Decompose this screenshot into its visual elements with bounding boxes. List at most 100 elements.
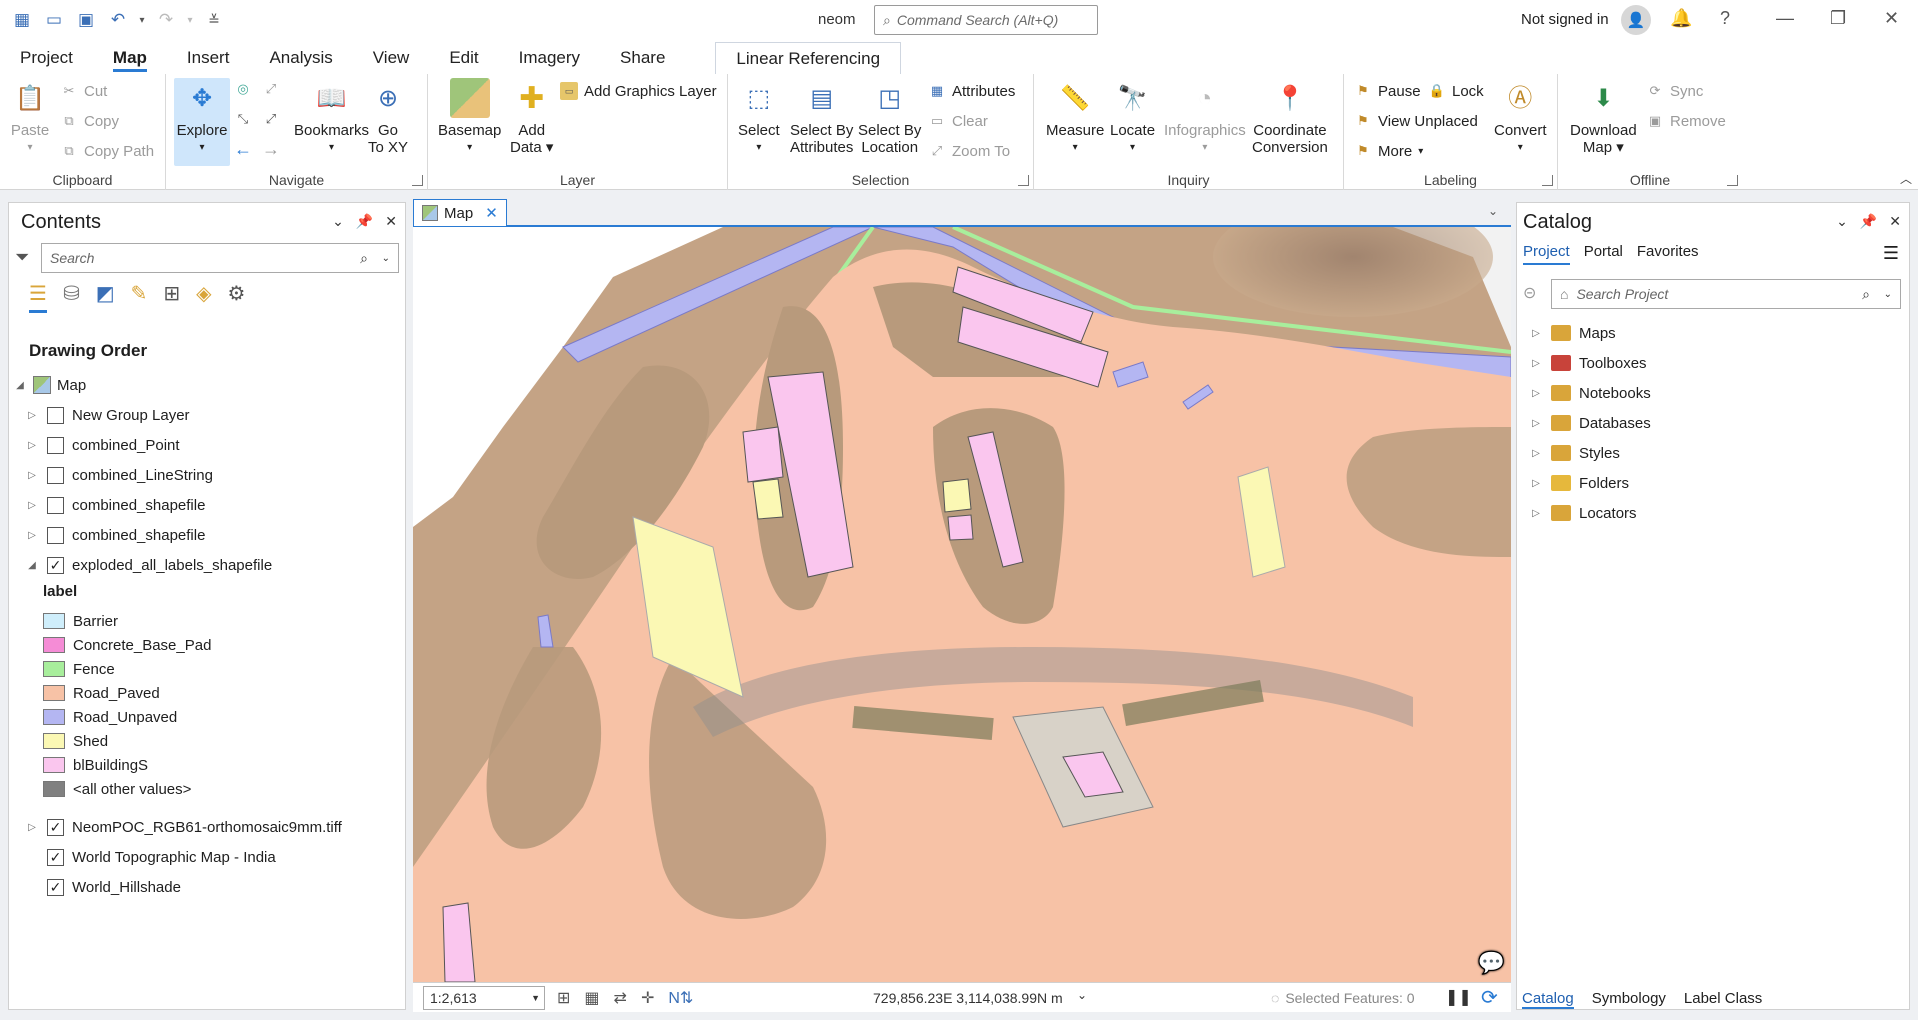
catalog-item[interactable]: ▷ Locators [1529, 501, 1636, 525]
tab-insert[interactable]: Insert [167, 42, 250, 74]
legend-swatch[interactable] [43, 661, 65, 677]
contents-search-input[interactable]: Search ⌕ ⌄ [41, 243, 399, 273]
pane-menu-icon[interactable]: ⌄ [332, 213, 344, 230]
map-tab[interactable]: Map ✕ [413, 199, 507, 226]
add-graphics-layer-button[interactable]: ▭ Add Graphics Layer [560, 80, 717, 102]
pin-icon[interactable]: 📌 [1860, 213, 1877, 230]
catalog-tab-favorites[interactable]: Favorites [1637, 243, 1699, 265]
legend-swatch[interactable] [43, 709, 65, 725]
tab-project[interactable]: Project [0, 42, 93, 74]
pane-menu-icon[interactable]: ⌄ [1836, 213, 1848, 230]
lock-labeling-button[interactable]: 🔒 Lock [1428, 80, 1484, 102]
collapse-arrow-icon[interactable]: ◢ [25, 560, 39, 571]
coordinate-dropdown-icon[interactable]: ⌄ [1077, 988, 1087, 1002]
source-list-icon[interactable]: ⛁ [63, 281, 80, 313]
legend-item[interactable]: Shed [43, 729, 108, 753]
drawing-order-icon[interactable]: ☰ [29, 281, 47, 313]
expand-arrow-icon[interactable]: ▷ [1529, 448, 1543, 459]
expand-arrow-icon[interactable]: ▷ [25, 822, 39, 833]
collapse-ribbon-icon[interactable]: ︿ [1900, 170, 1912, 187]
legend-item[interactable]: <all other values> [43, 777, 191, 801]
legend-swatch[interactable] [43, 685, 65, 701]
layer-visibility-checkbox[interactable]: ✓ [47, 878, 64, 896]
legend-item[interactable]: Concrete_Base_Pad [43, 633, 211, 657]
bottom-tab-label-class[interactable]: Label Class [1684, 990, 1762, 1009]
coordinate-conversion-button[interactable]: 📍 Coordinate Conversion [1252, 78, 1328, 156]
bottom-tab-symbology[interactable]: Symbology [1592, 990, 1666, 1009]
layer-visibility-checkbox[interactable]: ✓ [47, 818, 64, 836]
copy-button[interactable]: ⧉ Copy [60, 110, 119, 132]
fixed-zoom-out-button[interactable]: ⤡ [234, 108, 252, 130]
map-canvas[interactable]: 💬 [413, 227, 1511, 982]
layer-visibility-checkbox[interactable] [47, 526, 64, 544]
expand-arrow-icon[interactable]: ▷ [1529, 358, 1543, 369]
expand-arrow-icon[interactable]: ▷ [1529, 388, 1543, 399]
next-extent-button[interactable]: → [262, 138, 280, 160]
legend-item[interactable]: Road_Paved [43, 681, 160, 705]
editing-list-icon[interactable]: ✎ [131, 281, 148, 313]
save-icon[interactable]: ▣ [72, 6, 100, 34]
sync-button[interactable]: ⟳ Sync [1646, 80, 1704, 102]
open-project-icon[interactable]: ▭ [40, 6, 68, 34]
add-data-button[interactable]: ✚ Add Data ▾ [510, 78, 553, 156]
undo-icon[interactable]: ↶ [104, 6, 132, 34]
zoom-to-selection-button[interactable]: ⤢ Zoom To [928, 140, 1010, 162]
copy-path-button[interactable]: ⧉ Copy Path [60, 140, 154, 162]
selected-features-status[interactable]: ◌ Selected Features: 0 [1271, 990, 1415, 1006]
basemap-button[interactable]: Basemap ▾ [438, 78, 501, 156]
navigate-launcher-icon[interactable] [412, 175, 423, 186]
catalog-tab-project[interactable]: Project [1523, 243, 1570, 265]
legend-swatch[interactable] [43, 781, 65, 797]
search-dropdown-icon[interactable]: ⌄ [382, 253, 390, 264]
sign-in-status[interactable]: Not signed in [1521, 11, 1609, 28]
cut-button[interactable]: ✂ Cut [60, 80, 108, 102]
close-tab-icon[interactable]: ✕ [485, 204, 498, 222]
selection-list-icon[interactable]: ◩ [96, 281, 115, 313]
legend-swatch[interactable] [43, 613, 65, 629]
expand-arrow-icon[interactable]: ▷ [1529, 478, 1543, 489]
legend-swatch[interactable] [43, 757, 65, 773]
north-arrow-icon[interactable]: N⇅ [668, 988, 693, 1008]
expand-arrow-icon[interactable]: ▷ [1529, 418, 1543, 429]
expand-arrow-icon[interactable]: ▷ [25, 410, 39, 421]
crosshair-status-icon[interactable]: ✛ [641, 988, 654, 1008]
expand-arrow-icon[interactable]: ▷ [1529, 508, 1543, 519]
pause-labeling-button[interactable]: ⚑ Pause [1354, 80, 1420, 102]
fixed-zoom-in-button[interactable]: ⤢ [262, 78, 280, 100]
catalog-item[interactable]: ▷ Toolboxes [1529, 351, 1646, 375]
catalog-item[interactable]: ▷ Maps [1529, 321, 1616, 345]
close-pane-icon[interactable]: ✕ [1889, 213, 1901, 230]
tab-edit[interactable]: Edit [429, 42, 498, 74]
building-feature[interactable] [947, 514, 974, 541]
collapse-arrow-icon[interactable]: ◢ [13, 380, 27, 391]
catalog-item[interactable]: ▷ Styles [1529, 441, 1620, 465]
measure-button[interactable]: 📏 Measure ▾ [1046, 78, 1104, 156]
layer-row[interactable]: ▷ New Group Layer [25, 403, 190, 427]
command-search-input[interactable]: ⌕ Command Search (Alt+Q) [874, 5, 1098, 35]
catalog-item[interactable]: ▷ Databases [1529, 411, 1651, 435]
layer-visibility-checkbox[interactable]: ✓ [47, 556, 64, 574]
more-labeling-button[interactable]: ⚑ More ▾ [1354, 140, 1423, 162]
layer-visibility-checkbox[interactable]: ✓ [47, 848, 64, 866]
restore-icon[interactable]: ❐ [1830, 8, 1846, 29]
locate-button[interactable]: 🔭 Locate ▾ [1110, 78, 1155, 156]
layer-visibility-checkbox[interactable] [47, 496, 64, 514]
grid-icon[interactable]: ▦ [584, 988, 599, 1008]
layer-row[interactable]: ▷ combined_Point [25, 433, 180, 457]
layer-visibility-checkbox[interactable] [47, 466, 64, 484]
tab-linear-referencing[interactable]: Linear Referencing [715, 42, 902, 74]
building-feature[interactable] [742, 426, 784, 483]
attributes-button[interactable]: ▦ Attributes [928, 80, 1016, 102]
back-icon[interactable]: ⊝ [1523, 283, 1536, 303]
catalog-item[interactable]: ▷ Folders [1529, 471, 1629, 495]
close-pane-icon[interactable]: ✕ [385, 213, 397, 230]
legend-item[interactable]: blBuildingS [43, 753, 148, 777]
user-avatar-icon[interactable]: 👤 [1621, 5, 1651, 35]
shed-feature[interactable] [942, 478, 972, 513]
bottom-tab-catalog[interactable]: Catalog [1522, 990, 1574, 1009]
expand-arrow-icon[interactable]: ▷ [25, 470, 39, 481]
convert-labels-button[interactable]: Ⓐ Convert ▾ [1494, 78, 1547, 156]
select-button[interactable]: ⬚ Select ▾ [738, 78, 780, 156]
tab-share[interactable]: Share [600, 42, 685, 74]
fixed-zoom-button[interactable]: ⤢ [262, 108, 280, 130]
